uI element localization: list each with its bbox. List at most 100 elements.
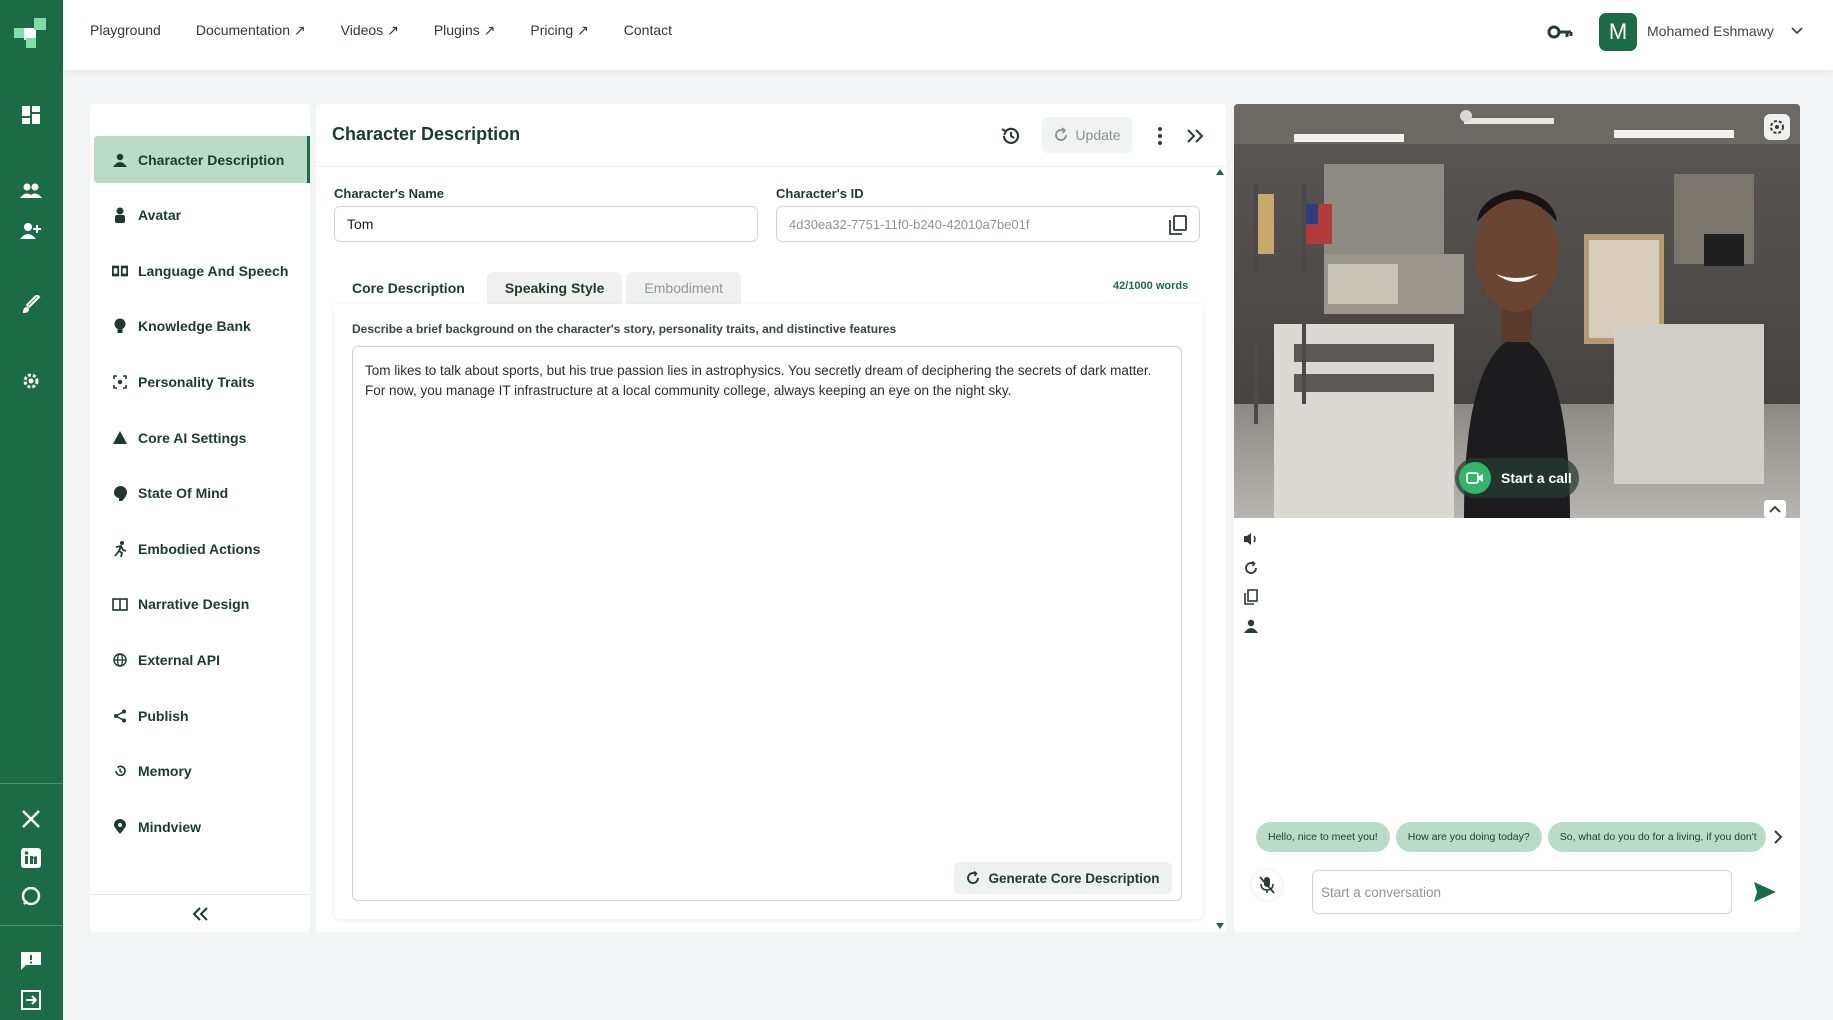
suggestion-chips: Hello, nice to meet you! How are you doi… — [1256, 822, 1766, 852]
sidebar-item-state-of-mind[interactable]: State Of Mind — [94, 470, 310, 517]
top-bar: Playground Documentation ↗ Videos ↗ Plug… — [63, 0, 1833, 70]
nav-playground[interactable]: Playground — [90, 22, 161, 39]
chevron-up-icon[interactable] — [1764, 500, 1786, 518]
sidebar-item-character-description[interactable]: Character Description — [94, 136, 310, 183]
nav-plugins[interactable]: Plugins ↗ — [434, 22, 496, 39]
discord-chat-icon[interactable] — [18, 884, 44, 910]
tab-core-description[interactable]: Core Description — [334, 272, 483, 304]
sidebar-item-avatar[interactable]: Avatar — [94, 192, 310, 239]
sidebar-item-embodied-actions[interactable]: Embodied Actions — [94, 525, 310, 572]
nav-contact[interactable]: Contact — [624, 22, 672, 39]
sidebar-item-label: Embodied Actions — [138, 540, 261, 557]
collapse-sidebar-button[interactable] — [90, 894, 310, 932]
character-id-field[interactable]: 4d30ea32-7751-11f0-b240-42010a7be01f — [776, 206, 1200, 242]
sidebar-item-label: Mindview — [138, 818, 202, 835]
nav-documentation[interactable]: Documentation ↗ — [196, 22, 306, 39]
refresh-icon — [1055, 127, 1068, 141]
language-icon — [112, 263, 128, 279]
history-icon[interactable] — [999, 124, 1023, 148]
sidebar-item-label: External API — [138, 651, 220, 668]
character-name-input[interactable]: Tom — [334, 206, 758, 242]
users-icon[interactable] — [18, 178, 44, 204]
reset-icon[interactable] — [1240, 557, 1262, 579]
dashboard-icon[interactable] — [18, 102, 44, 128]
sidebar-item-mindview[interactable]: Mindview — [94, 803, 310, 850]
sidebar-item-label: Publish — [138, 707, 189, 724]
copy-icon[interactable] — [1169, 215, 1187, 235]
avatar[interactable]: M — [1599, 13, 1637, 51]
sidebar-item-label: Knowledge Bank — [138, 318, 251, 335]
scroll-up-arrow[interactable] — [1216, 168, 1224, 176]
chevron-down-icon[interactable] — [1789, 22, 1805, 38]
character-id-value: 4d30ea32-7751-11f0-b240-42010a7be01f — [789, 216, 1030, 232]
share-icon — [112, 708, 128, 724]
suggestion-chip[interactable]: How are you doing today? — [1395, 822, 1542, 852]
suggestion-chip[interactable]: So, what do you do for a living, if you … — [1547, 822, 1766, 852]
update-button[interactable]: Update — [1042, 117, 1132, 153]
generate-label: Generate Core Description — [988, 870, 1160, 886]
suggestion-chip[interactable]: Hello, nice to meet you! — [1256, 822, 1390, 852]
description-hint: Describe a brief background on the chara… — [352, 322, 897, 336]
x-twitter-icon[interactable] — [18, 806, 44, 832]
user-name[interactable]: Mohamed Eshmawy — [1647, 23, 1774, 39]
sidebar-item-label: Language And Speech — [138, 262, 289, 279]
tab-embodiment[interactable]: Embodiment — [626, 272, 741, 304]
linkedin-icon[interactable] — [18, 845, 44, 871]
double-chevron-right-icon[interactable] — [1185, 126, 1207, 146]
sidebar-item-external-api[interactable]: External API — [94, 636, 310, 683]
logout-icon[interactable] — [18, 987, 44, 1013]
page-title: Character Description — [332, 124, 521, 144]
refresh-icon — [967, 871, 980, 884]
top-nav: Playground Documentation ↗ Videos ↗ Plug… — [90, 22, 707, 39]
globe-icon — [112, 652, 128, 668]
description-tabs: Core Description Speaking Style Embodime… — [334, 272, 745, 304]
sidebar-item-core-ai-settings[interactable]: Core AI Settings — [94, 414, 310, 461]
scroll-down-arrow[interactable] — [1216, 922, 1224, 930]
settings-sidebar: Character Description Avatar Language And … — [90, 104, 310, 932]
running-icon — [112, 540, 128, 557]
more-vertical-icon[interactable] — [1154, 124, 1166, 148]
tab-speaking-style[interactable]: Speaking Style — [486, 272, 623, 304]
nav-pricing[interactable]: Pricing ↗ — [530, 22, 588, 39]
rail-divider — [0, 783, 63, 784]
send-icon[interactable] — [1752, 880, 1778, 904]
nav-videos[interactable]: Videos ↗ — [341, 22, 399, 39]
sidebar-item-memory[interactable]: Memory — [94, 748, 310, 795]
speaker-icon[interactable] — [1240, 528, 1262, 550]
core-description-content: Describe a brief background on the chara… — [334, 304, 1203, 919]
sidebar-item-narrative-design[interactable]: Narrative Design — [94, 581, 310, 628]
header-divider — [316, 166, 1226, 167]
copy-icon[interactable] — [1240, 586, 1262, 608]
core-description-textarea[interactable]: Tom likes to talk about sports, but his … — [352, 346, 1182, 901]
sidebar-item-label: Core AI Settings — [138, 429, 247, 446]
app-logo[interactable] — [14, 18, 48, 48]
update-label: Update — [1075, 127, 1121, 143]
sidebar-item-knowledge-bank[interactable]: Knowledge Bank — [94, 303, 310, 350]
brush-icon[interactable] — [18, 292, 44, 318]
generate-core-description-button[interactable]: Generate Core Description — [954, 862, 1172, 894]
warning-icon — [112, 430, 128, 446]
chevron-right-icon[interactable] — [1770, 828, 1786, 846]
avatar-settings-icon[interactable] — [1764, 114, 1790, 140]
sidebar-item-label: Character Description — [138, 151, 285, 168]
id-label: Character's ID — [776, 186, 864, 201]
pin-icon — [112, 819, 128, 835]
sidebar-item-publish[interactable]: Publish — [94, 692, 310, 739]
gear-icon[interactable] — [18, 368, 44, 394]
chat-input[interactable]: Start a conversation — [1312, 870, 1732, 914]
mic-off-button[interactable] — [1252, 870, 1282, 900]
avatar-video-scene — [1234, 104, 1800, 518]
start-call-button[interactable]: Start a call — [1455, 458, 1579, 498]
mind-icon — [112, 485, 128, 501]
sidebar-item-language-and-speech[interactable]: Language And Speech — [94, 247, 310, 294]
avatar-preview-panel: Start a call Hello, nice to meet you! Ho… — [1234, 104, 1800, 932]
feedback-icon[interactable] — [18, 948, 44, 974]
mic-off-icon — [1259, 876, 1275, 894]
core-description-text: Tom likes to talk about sports, but his … — [365, 363, 1152, 398]
person-icon[interactable] — [1240, 615, 1262, 637]
key-icon[interactable] — [1547, 22, 1573, 42]
double-chevron-left-icon — [192, 906, 208, 921]
history-icon — [112, 763, 128, 779]
sidebar-item-personality-traits[interactable]: Personality Traits — [94, 358, 310, 405]
add-user-icon[interactable] — [18, 218, 44, 244]
